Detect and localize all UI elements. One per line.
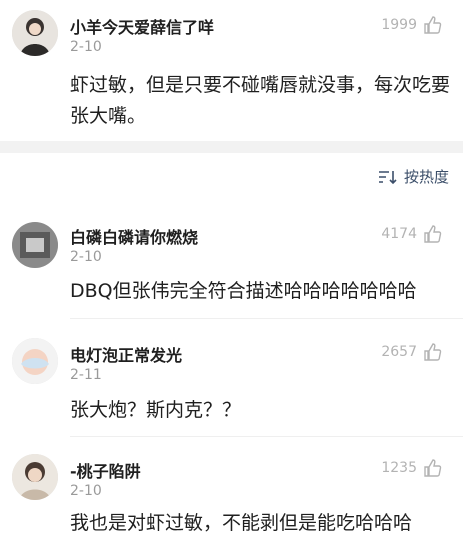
avatar[interactable] <box>12 338 58 384</box>
username[interactable]: 白磷白磷请你燃烧 <box>70 224 198 248</box>
like-count: 4174 <box>381 226 417 242</box>
section-divider <box>0 141 463 153</box>
sort-label: 按热度 <box>403 168 449 186</box>
sort-button[interactable]: 按热度 <box>378 166 449 187</box>
like-button[interactable]: 4174 <box>381 224 443 244</box>
like-button[interactable]: 1999 <box>381 15 443 35</box>
comment-date: 2-10 <box>70 39 102 55</box>
like-count: 1235 <box>381 460 417 476</box>
username[interactable]: 小羊今天爱薛信了咩 <box>70 14 214 38</box>
like-button[interactable]: 1235 <box>381 458 443 478</box>
thumbs-up-icon <box>424 225 442 243</box>
avatar[interactable] <box>12 10 58 56</box>
username[interactable]: 电灯泡正常发光 <box>70 342 182 366</box>
comment-text: 张大炮？斯内克？？ <box>70 399 242 421</box>
comment-text: 虾过敏，但是只要不碰嘴唇就没事，每次吃要张大嘴。 <box>70 74 451 127</box>
comment-date: 2-10 <box>70 249 102 265</box>
divider <box>70 436 463 437</box>
comment-text: 我也是对虾过敏，不能剥但是能吃哈哈哈 <box>70 512 413 534</box>
like-count: 1999 <box>381 17 417 33</box>
like-button[interactable]: 2657 <box>381 342 443 362</box>
avatar[interactable] <box>12 222 58 268</box>
username[interactable]: -桃子陷阱 <box>70 458 141 482</box>
comment-date: 2-10 <box>70 483 102 499</box>
like-count: 2657 <box>381 344 417 360</box>
thumbs-up-icon <box>424 16 442 34</box>
sort-icon <box>378 170 397 184</box>
comment-date: 2-11 <box>70 367 102 383</box>
avatar[interactable] <box>12 454 58 500</box>
thumbs-up-icon <box>424 459 442 477</box>
divider <box>70 318 463 319</box>
comment-text: DBQ但张伟完全符合描述哈哈哈哈哈哈哈 <box>70 280 417 302</box>
thumbs-up-icon <box>424 343 442 361</box>
